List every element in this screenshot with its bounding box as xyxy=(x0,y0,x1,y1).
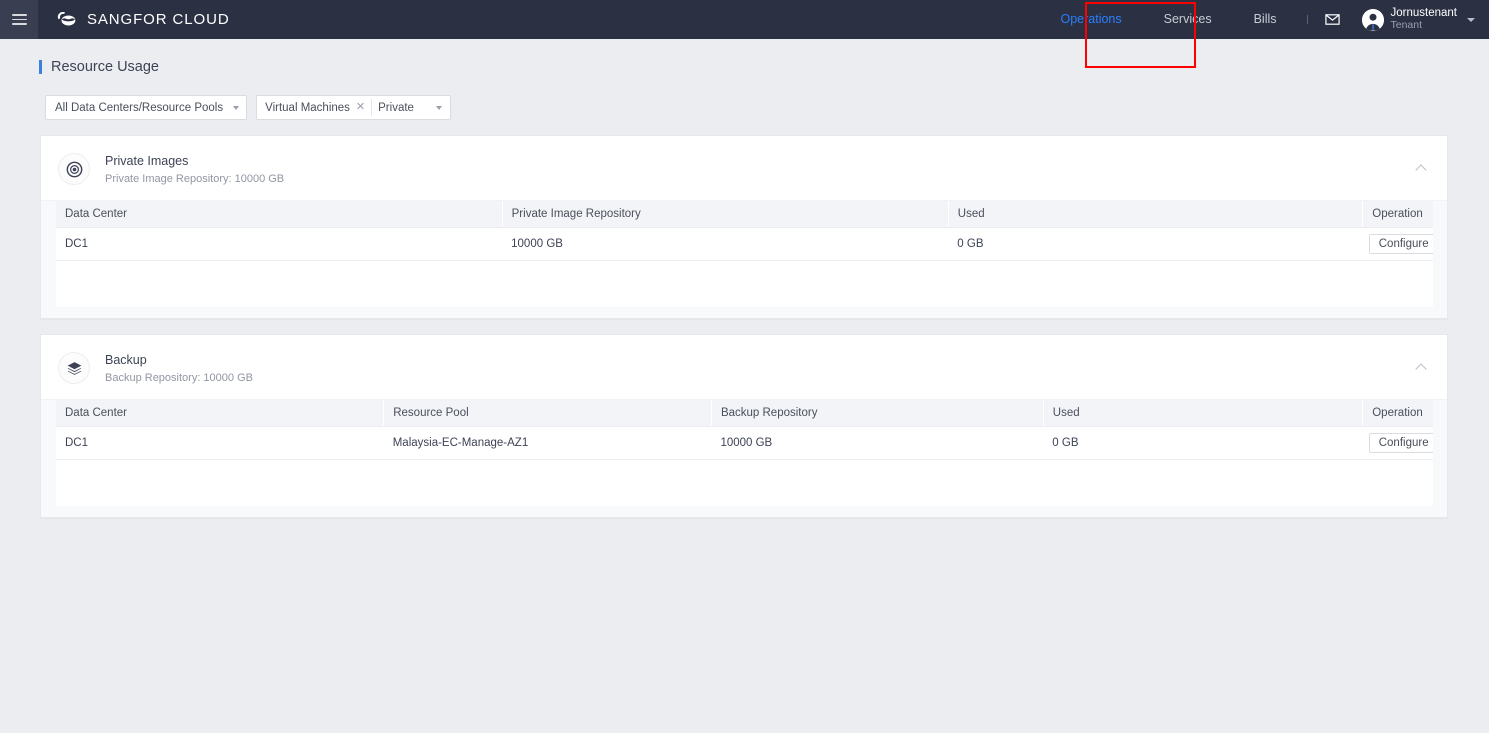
column-header-resource-pool: Resource Pool xyxy=(383,400,712,427)
table-header-row: Data Center Private Image Repository Use… xyxy=(56,201,1433,228)
cell-private-image-repository: 10000 GB xyxy=(502,227,949,261)
mail-envelope-icon xyxy=(1324,12,1340,27)
chevron-up-icon xyxy=(1415,362,1427,375)
title-accent-bar xyxy=(39,60,42,74)
card-header: Private Images Private Image Repository:… xyxy=(41,136,1447,200)
datacenter-select-value: All Data Centers/Resource Pools xyxy=(55,101,224,114)
card-private-images: Private Images Private Image Repository:… xyxy=(40,135,1448,319)
nav-item-services[interactable]: Services xyxy=(1143,0,1233,39)
cell-used: 0 GB xyxy=(948,227,1363,261)
chevron-down-icon xyxy=(435,105,442,110)
visibility-select[interactable]: Private xyxy=(378,102,446,114)
datacenter-select[interactable]: All Data Centers/Resource Pools xyxy=(45,95,248,120)
disc-image-icon xyxy=(58,153,90,185)
brand-name: SANGFOR CLOUD xyxy=(87,11,230,28)
layers-backup-icon xyxy=(58,352,90,384)
user-menu-button[interactable]: Jornustenant Tenant xyxy=(1361,7,1475,32)
page-title: Resource Usage xyxy=(39,59,1489,75)
table-container: Data Center Resource Pool Backup Reposit… xyxy=(56,400,1433,506)
top-header-bar: SANGFOR CLOUD Operations Services Bills xyxy=(0,0,1489,68)
user-avatar-icon xyxy=(1361,8,1384,31)
filter-tag-label: Virtual Machines xyxy=(265,101,350,114)
chevron-down-icon xyxy=(233,105,240,110)
column-header-data-center: Data Center xyxy=(56,400,385,427)
card-footer-spacer xyxy=(41,506,1447,517)
collapse-toggle-button[interactable] xyxy=(1412,358,1430,376)
page-content: Resource Usage All Data Centers/Resource… xyxy=(0,39,1489,733)
card-title: Private Images xyxy=(105,153,189,168)
hamburger-icon xyxy=(11,14,27,25)
cell-data-center: DC1 xyxy=(56,426,384,460)
nav-item-operations[interactable]: Operations xyxy=(1039,0,1142,39)
brand-logo-link[interactable]: SANGFOR CLOUD xyxy=(55,8,230,31)
cell-data-center: DC1 xyxy=(56,227,503,261)
table-empty-space xyxy=(56,261,1433,307)
card-table-zone: Data Center Private Image Repository Use… xyxy=(41,200,1447,318)
nav-divider xyxy=(1306,15,1308,24)
collapse-toggle-button[interactable] xyxy=(1412,159,1430,177)
filter-bar: All Data Centers/Resource Pools Virtual … xyxy=(45,95,1489,120)
cell-resource-pool: Malaysia-EC-Manage-AZ1 xyxy=(383,426,712,460)
page-title-text: Resource Usage xyxy=(51,59,159,75)
chevron-down-icon xyxy=(1467,17,1475,22)
user-role: Tenant xyxy=(1390,19,1423,32)
column-header-operation: Operation xyxy=(1362,201,1433,228)
private-images-table: Data Center Private Image Repository Use… xyxy=(56,201,1433,261)
card-backup: Backup Backup Repository: 10000 GB Data … xyxy=(40,334,1448,518)
column-header-private-image-repository: Private Image Repository xyxy=(502,201,949,228)
card-subtitle: Private Image Repository: 10000 GB xyxy=(105,172,285,185)
cell-backup-repository: 10000 GB xyxy=(711,426,1044,460)
configure-button[interactable]: Configure xyxy=(1368,234,1433,254)
column-header-used: Used xyxy=(1043,400,1364,427)
messages-button[interactable] xyxy=(1317,12,1348,27)
card-footer-spacer xyxy=(41,307,1447,318)
cell-operation: Configure xyxy=(1362,426,1433,460)
table-row: DC1 10000 GB 0 GB Configure xyxy=(56,227,1433,261)
nav-item-bills[interactable]: Bills xyxy=(1233,0,1298,39)
card-subtitle: Backup Repository: 10000 GB xyxy=(105,371,253,384)
table-container: Data Center Private Image Repository Use… xyxy=(56,201,1433,307)
visibility-select-value: Private xyxy=(378,101,414,114)
column-header-operation: Operation xyxy=(1362,400,1433,427)
card-header-text: Backup Backup Repository: 10000 GB xyxy=(105,353,253,384)
sidebar-toggle-button[interactable] xyxy=(0,0,38,39)
cloud-logo-icon xyxy=(55,8,78,31)
header-nav: Operations Services Bills Jornustenant T… xyxy=(1039,0,1489,39)
card-title: Backup xyxy=(105,352,147,367)
card-header-text: Private Images Private Image Repository:… xyxy=(105,154,284,185)
filter-tag-virtual-machines[interactable]: Virtual Machines ✕ xyxy=(265,102,365,114)
card-header: Backup Backup Repository: 10000 GB xyxy=(41,335,1447,399)
chevron-up-icon xyxy=(1415,163,1427,176)
cell-used: 0 GB xyxy=(1043,426,1363,460)
table-row: DC1 Malaysia-EC-Manage-AZ1 10000 GB 0 GB… xyxy=(56,426,1433,460)
close-icon[interactable]: ✕ xyxy=(356,102,365,113)
column-header-used: Used xyxy=(948,201,1364,228)
backup-table: Data Center Resource Pool Backup Reposit… xyxy=(56,400,1433,460)
table-empty-space xyxy=(56,460,1433,506)
card-table-zone: Data Center Resource Pool Backup Reposit… xyxy=(41,399,1447,517)
column-header-data-center: Data Center xyxy=(56,201,503,228)
table-header-row: Data Center Resource Pool Backup Reposit… xyxy=(56,400,1433,427)
resource-type-select[interactable]: Virtual Machines ✕ Private xyxy=(256,95,451,120)
column-header-backup-repository: Backup Repository xyxy=(711,400,1044,427)
filter-divider xyxy=(371,99,373,116)
configure-button[interactable]: Configure xyxy=(1368,433,1433,453)
user-info: Jornustenant Tenant xyxy=(1391,7,1458,32)
cell-operation: Configure xyxy=(1362,227,1433,261)
